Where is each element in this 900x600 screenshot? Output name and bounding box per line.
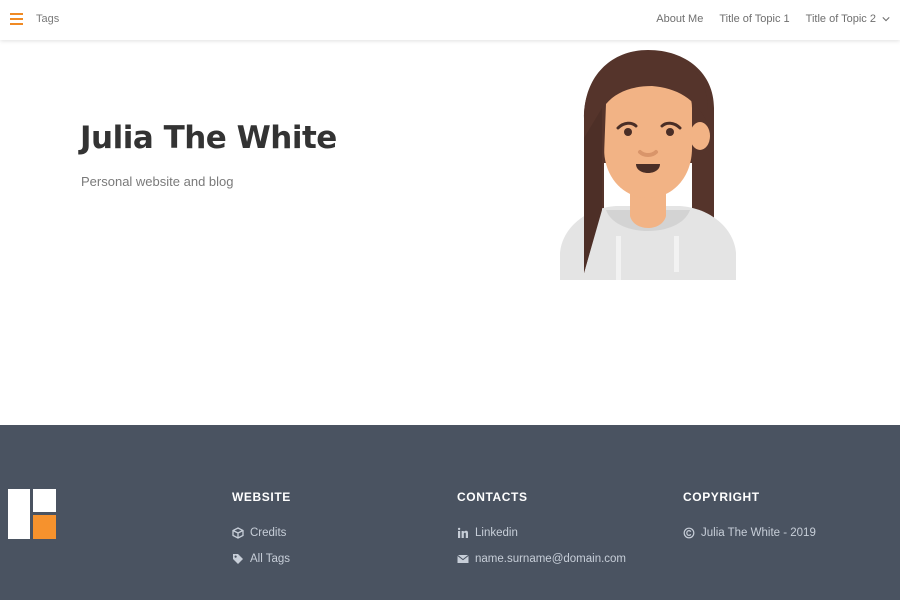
footer-link-linkedin[interactable]: Linkedin [457, 526, 626, 540]
nav-link-topic-1[interactable]: Title of Topic 1 [719, 13, 789, 25]
nav-link-about[interactable]: About Me [656, 13, 703, 25]
footer-link-credits-label: Credits [250, 527, 287, 539]
footer-column-contacts: CONTACTS Linkedin name.surname@domain.co… [457, 490, 626, 578]
footer-column-website: WEBSITE Credits All Tags [232, 490, 291, 578]
footer-link-email[interactable]: name.surname@domain.com [457, 552, 626, 566]
footer-heading-copyright: COPYRIGHT [683, 490, 760, 504]
nav-link-tags[interactable]: Tags [36, 13, 59, 25]
footer-link-all-tags[interactable]: All Tags [232, 552, 291, 566]
footer-link-email-label: name.surname@domain.com [475, 553, 627, 565]
chevron-down-icon [882, 17, 890, 22]
nav-right-links: About Me Title of Topic 1 Title of Topic… [656, 13, 890, 25]
footer-heading-contacts: CONTACTS [457, 490, 528, 504]
nav-link-topic-2[interactable]: Title of Topic 2 [806, 13, 876, 25]
tag-icon [233, 554, 243, 564]
page-title: Julia The White [80, 120, 337, 156]
footer-link-credits[interactable]: Credits [232, 526, 291, 540]
copyright-icon [683, 527, 695, 539]
footer-link-all-tags-label: All Tags [250, 553, 291, 565]
footer-link-linkedin-label: Linkedin [475, 527, 518, 539]
cube-icon [232, 527, 244, 539]
site-logo[interactable] [8, 489, 56, 539]
page-subtitle: Personal website and blog [81, 174, 234, 189]
footer-copyright-label: Julia The White - 2019 [701, 527, 816, 539]
envelope-icon [457, 554, 469, 563]
menu-icon[interactable] [10, 13, 24, 25]
footer-column-copyright: COPYRIGHT Julia The White - 2019 [683, 490, 816, 552]
avatar-illustration [560, 50, 736, 280]
footer-heading-website: WEBSITE [232, 490, 291, 504]
linkedin-icon [457, 527, 468, 538]
top-navbar: Tags About Me Title of Topic 1 Title of … [0, 0, 900, 40]
nav-dropdown-topic-2[interactable]: Title of Topic 2 [806, 13, 890, 25]
footer-copyright-line: Julia The White - 2019 [683, 526, 816, 540]
